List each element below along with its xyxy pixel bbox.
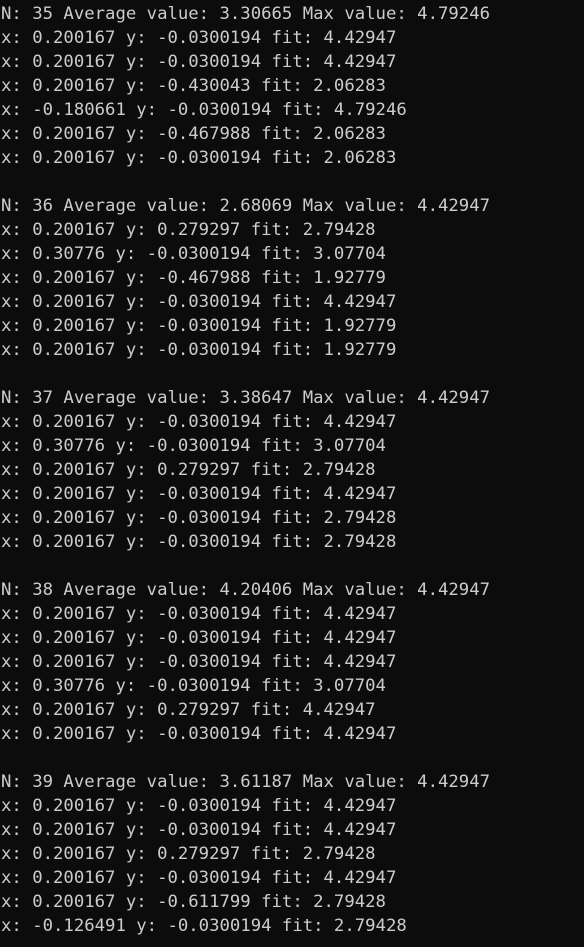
console-line-result: x: -0.126491 y: -0.0300194 fit: 2.79428 (1, 916, 407, 936)
console-line-result: x: 0.200167 y: -0.0300194 fit: 4.42947 (1, 484, 397, 504)
console-line-generation-header: N: 37 Average value: 3.38647 Max value: … (1, 388, 490, 408)
console-line-result: x: 0.200167 y: -0.0300194 fit: 4.42947 (1, 28, 397, 48)
console-line-result: x: 0.200167 y: -0.467988 fit: 2.06283 (1, 124, 386, 144)
console-line-result: x: 0.200167 y: -0.0300194 fit: 4.42947 (1, 724, 397, 744)
console-line-result: x: 0.200167 y: -0.0300194 fit: 4.42947 (1, 796, 397, 816)
console-line-result: x: 0.200167 y: -0.0300194 fit: 4.42947 (1, 820, 397, 840)
console-line-result: x: 0.200167 y: -0.0300194 fit: 4.42947 (1, 628, 397, 648)
console-line-result: x: 0.200167 y: -0.0300194 fit: 4.42947 (1, 292, 397, 312)
console-line-result: x: 0.30776 y: -0.0300194 fit: 3.07704 (1, 244, 386, 264)
console-line-result: x: 0.200167 y: -0.611799 fit: 2.79428 (1, 892, 386, 912)
console-line-result: x: 0.200167 y: -0.467988 fit: 1.92779 (1, 268, 386, 288)
console-line-result: x: 0.200167 y: -0.430043 fit: 2.06283 (1, 76, 386, 96)
console-line-result: x: 0.30776 y: -0.0300194 fit: 3.07704 (1, 436, 386, 456)
console-line-generation-header: N: 36 Average value: 2.68069 Max value: … (1, 196, 490, 216)
console-line-result: x: 0.200167 y: -0.0300194 fit: 2.79428 (1, 508, 397, 528)
console-window[interactable]: N: 35 Average value: 3.30665 Max value: … (0, 0, 584, 947)
console-line-result: x: 0.200167 y: -0.0300194 fit: 1.92779 (1, 316, 397, 336)
console-line-result: x: 0.200167 y: -0.0300194 fit: 2.79428 (1, 532, 397, 552)
console-line-result: x: 0.200167 y: -0.0300194 fit: 4.42947 (1, 652, 397, 672)
console-line-result: x: 0.200167 y: -0.0300194 fit: 4.42947 (1, 604, 397, 624)
console-line-result: x: 0.200167 y: 0.279297 fit: 2.79428 (1, 844, 376, 864)
console-line-result: x: 0.200167 y: 0.279297 fit: 4.42947 (1, 700, 376, 720)
console-line-result: x: 0.200167 y: 0.279297 fit: 2.79428 (1, 460, 376, 480)
console-line-generation-header: N: 39 Average value: 3.61187 Max value: … (1, 772, 490, 792)
console-line-result: x: 0.200167 y: -0.0300194 fit: 2.06283 (1, 148, 397, 168)
console-line-result: x: 0.200167 y: -0.0300194 fit: 4.42947 (1, 52, 397, 72)
console-line-result: x: 0.200167 y: -0.0300194 fit: 4.42947 (1, 412, 397, 432)
console-line-result: x: -0.180661 y: -0.0300194 fit: 4.79246 (1, 100, 407, 120)
console-line-generation-header: N: 35 Average value: 3.30665 Max value: … (1, 4, 490, 24)
console-line-result: x: 0.200167 y: -0.0300194 fit: 1.92779 (1, 340, 397, 360)
console-line-result: x: 0.30776 y: -0.0300194 fit: 3.07704 (1, 676, 386, 696)
console-line-result: x: 0.200167 y: -0.0300194 fit: 4.42947 (1, 868, 397, 888)
console-line-generation-header: N: 38 Average value: 4.20406 Max value: … (1, 580, 490, 600)
console-line-result: x: 0.200167 y: 0.279297 fit: 2.79428 (1, 220, 376, 240)
